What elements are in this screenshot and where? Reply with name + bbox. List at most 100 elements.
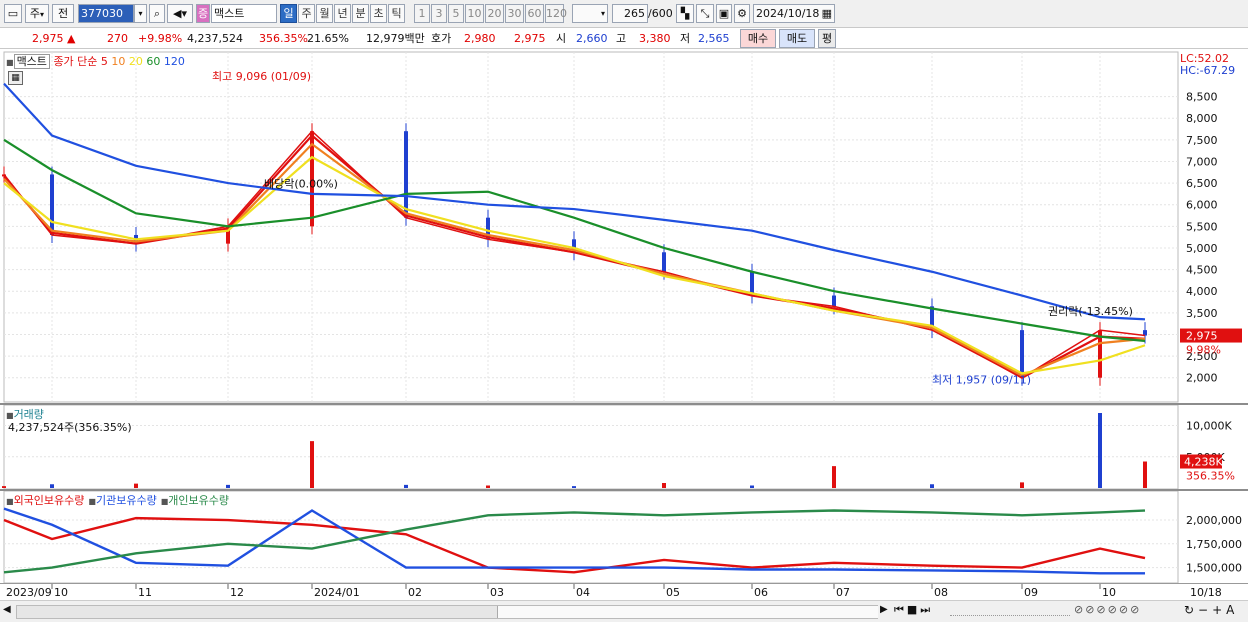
stock-code-input[interactable]: 377030 [78,4,134,23]
volume-y-tick: 10,000K [1186,420,1232,433]
interval-select[interactable]: ▾ [572,4,608,23]
price-y-tick: 4,000 [1186,285,1218,298]
legend-holding-0[interactable]: 외국인보유수량 [14,494,85,507]
volume-bar [832,466,836,488]
holdings-y-tick: 1,500,000 [1186,562,1242,575]
legend-holding-1[interactable]: 기관보유수량 [96,494,157,507]
sell-button[interactable]: 매도 [779,29,815,48]
interval-button-2[interactable]: 5 [448,4,464,23]
trend-icon[interactable]: ⤡ [696,4,714,23]
volume-bar [2,486,6,488]
price-y-tick: 2,000 [1186,372,1218,385]
x-tick-label: 09 [1024,586,1038,599]
current-price-tag-text: 2,975 [1186,330,1218,343]
volume-bar [1020,482,1024,488]
price-y-tick: 5,000 [1186,242,1218,255]
window-icon[interactable]: ▭ [4,4,22,23]
period-button-2[interactable]: 월 [316,4,333,23]
legend-ma-20[interactable]: 20 [125,55,143,68]
price-plot-area [3,51,1179,403]
price-legend: ■ 맥스트 종가 단순 5 10 20 60 120 [6,53,185,69]
grid-icon[interactable]: ▦ [8,71,23,85]
holdings-legend: ■외국인보유수량 ■기관보유수량 ■개인보유수량 [6,492,229,508]
period-button-5[interactable]: 초 [370,4,387,23]
playback-controls[interactable]: ⏮■⏭ [894,603,933,617]
zoom-tools[interactable]: ⊘⊘⊘⊘⊘⊘ [1074,603,1141,616]
buy-button[interactable]: 매수 [740,29,776,48]
interval-button-7[interactable]: 120 [545,4,567,23]
interval-button-3[interactable]: 10 [465,4,484,23]
legend-bullet: ■ [88,497,96,506]
search-icon[interactable]: ⌕ [149,4,165,23]
market-select[interactable]: 주▾ [25,4,49,23]
scroll-track[interactable] [16,605,878,619]
calendar-icon[interactable]: ▦ [822,5,832,22]
count-max: /600 [648,7,673,20]
type-badge: 증 [196,4,210,23]
interval-button-4[interactable]: 20 [485,4,504,23]
legend-ma-60[interactable]: 60 [143,55,160,68]
price-panel[interactable]: 2,0002,5003,0003,5004,0004,5005,0005,500… [0,50,1248,403]
bid-price: 2,975 [514,32,546,45]
legend-ma-120[interactable]: 120 [160,55,185,68]
x-tick-label: 07 [836,586,850,599]
legend-holding-2[interactable]: 개인보유수량 [168,494,229,507]
x-tick-label: 10 [1102,586,1116,599]
price-y-tick: 3,500 [1186,307,1218,320]
speaker-icon[interactable]: ◀▾ [167,4,193,23]
chart-tool-icon[interactable]: ▚ [676,4,694,23]
interval-button-5[interactable]: 30 [505,4,524,23]
volume-bar [226,484,230,488]
period-button-1[interactable]: 주 [298,4,315,23]
volume-bar [50,484,54,488]
date-input[interactable]: 2024/10/18 ▦ [753,4,835,23]
count-input[interactable]: 265 [612,4,648,23]
volume-value: 4,237,524 [187,32,243,45]
legend-ma-10[interactable]: 10 [108,55,125,68]
scroll-left-icon[interactable]: ◀ [3,604,11,615]
scope-button[interactable]: 전 [52,4,74,23]
dividend-annotation: 배당락(0.00%) [264,177,338,190]
current-pct-tag: 9.98% [1186,344,1221,357]
chevron-down-icon[interactable]: ▾ [134,4,147,23]
x-tick-label: 03 [490,586,504,599]
price-y-tick: 8,500 [1186,91,1218,104]
x-tick-label: 10 [54,586,68,599]
x-tick-label: 2024/01 [314,586,360,599]
stock-name-input[interactable]: 맥스트 [211,4,277,23]
rights-annotation: 권리락(-13.45%) [1048,305,1133,318]
period-button-0[interactable]: 일 [280,4,297,23]
x-tick-label: 08 [934,586,948,599]
legend-ma-5[interactable]: 5 [101,55,108,68]
interval-button-0[interactable]: 1 [414,4,430,23]
volume-plot-area [3,404,1179,490]
chart-scrollbar[interactable]: ◀ ▶ ⏮■⏭ ⊘⊘⊘⊘⊘⊘ ↻−+A [0,600,1248,622]
x-tick-label: 10/18 [1190,586,1222,599]
date-value: 2024/10/18 [756,7,820,20]
gear-icon[interactable]: ⚙ [734,4,750,23]
scroll-thumb[interactable] [497,606,878,618]
interval-button-6[interactable]: 60 [525,4,544,23]
volume-bar [750,485,754,488]
legend-bullet: ■ [6,497,14,506]
legend-close-label[interactable]: 종가 단순 [53,55,97,68]
avg-button[interactable]: 평 [818,29,836,48]
range-slider[interactable] [950,605,1070,616]
period-button-6[interactable]: 틱 [388,4,405,23]
volume-chart[interactable]: 10,000K5,000K4,238K356.35% [0,404,1248,490]
zoom-buttons[interactable]: ↻−+A [1184,603,1238,617]
scroll-right-icon[interactable]: ▶ [880,604,888,615]
high-annotation: 최고 9,096 (01/09) [212,70,311,83]
legend-stock-name[interactable]: 맥스트 [13,54,50,69]
volume-panel[interactable]: 10,000K5,000K4,238K356.35% [0,404,1248,490]
interval-button-1[interactable]: 3 [431,4,447,23]
save-icon[interactable]: ▣ [716,4,732,23]
period-button-4[interactable]: 분 [352,4,369,23]
holdings-y-tick: 1,750,000 [1186,538,1242,551]
price-change-pct: +9.98% [138,32,183,45]
hc-value: HC:-67.29 [1180,64,1236,77]
price-y-tick: 6,500 [1186,177,1218,190]
price-chart[interactable]: 2,0002,5003,0003,5004,0004,5005,0005,500… [0,50,1248,403]
period-button-3[interactable]: 년 [334,4,351,23]
x-tick-label: 05 [666,586,680,599]
